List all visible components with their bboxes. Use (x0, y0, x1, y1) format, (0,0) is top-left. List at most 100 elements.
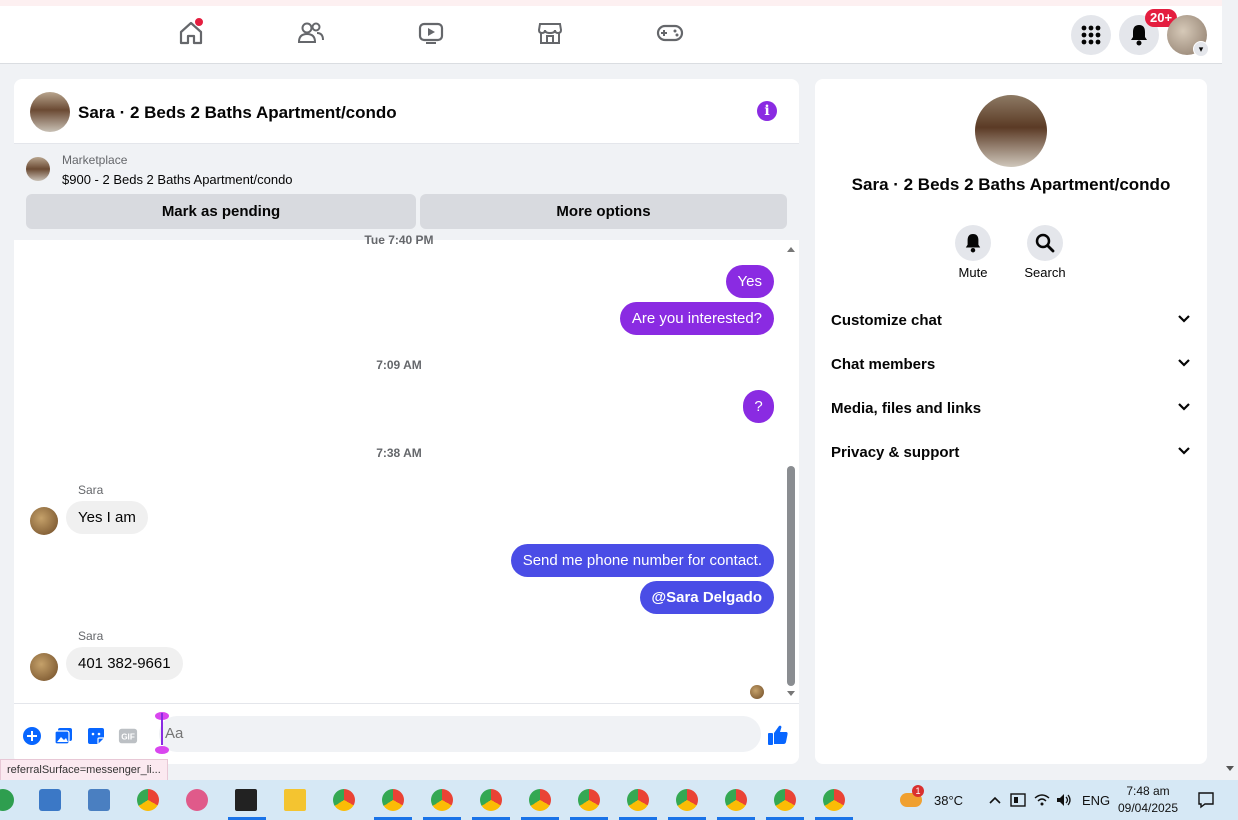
weather-widget[interactable]: 1 38°C (900, 780, 963, 820)
chrome-profile-icon[interactable] (823, 789, 845, 811)
message-list: Tue 7:40 PM Yes Are you interested? 7:09… (14, 233, 799, 702)
temperature: 38°C (934, 792, 964, 808)
marketplace-icon[interactable] (535, 18, 565, 48)
text-cursor (161, 713, 163, 745)
home-notification-dot (194, 17, 204, 27)
wifi-icon[interactable] (1034, 793, 1050, 807)
system-tray: ENG (988, 780, 1110, 820)
thumbs-up-icon[interactable] (766, 723, 790, 747)
outgoing-message[interactable]: Are you interested? (619, 302, 774, 335)
mention-message[interactable]: @Sara Delgado (639, 581, 774, 614)
message-scrollbar[interactable] (785, 240, 799, 702)
photo-icon[interactable] (54, 726, 74, 746)
chevron-down-icon (1178, 403, 1190, 411)
outgoing-message[interactable]: ? (743, 390, 774, 423)
chrome-profile-icon[interactable] (382, 789, 404, 811)
sender-avatar[interactable] (30, 507, 58, 535)
sender-name: Sara (78, 483, 104, 497)
bell-icon (965, 234, 981, 253)
device-icon[interactable] (1010, 793, 1026, 807)
scrollbar-thumb[interactable] (787, 466, 795, 686)
timestamp: Tue 7:40 PM (364, 233, 434, 247)
chat-avatar[interactable] (30, 92, 70, 132)
search-label: Search (1024, 265, 1066, 280)
chrome-profile-icon[interactable] (676, 789, 698, 811)
section-media-files-links[interactable]: Media, files and links (831, 400, 1191, 424)
info-panel-avatar[interactable] (975, 95, 1047, 167)
chrome-profile-icon[interactable] (578, 789, 600, 811)
account-chevron-icon[interactable]: ▾ (1193, 41, 1209, 57)
sender-name: Sara (78, 629, 104, 643)
weather-badge: 1 (912, 785, 924, 797)
incoming-message[interactable]: Yes I am (66, 501, 148, 534)
outgoing-message[interactable]: Send me phone number for contact. (510, 544, 774, 577)
gif-icon[interactable]: GIF (118, 726, 138, 746)
scroll-down-arrow-icon (1226, 766, 1234, 771)
chat-info-panel: Sara · 2 Beds 2 Baths Apartment/condo Mu… (815, 79, 1207, 764)
search-button[interactable] (1027, 225, 1063, 261)
listing-thumbnail[interactable] (26, 157, 50, 181)
timestamp: 7:38 AM (376, 446, 422, 460)
sender-avatar[interactable] (30, 653, 58, 681)
chrome-profile-icon[interactable] (529, 789, 551, 811)
chat-header: Sara · 2 Beds 2 Baths Apartment/condo i (14, 79, 799, 144)
watch-video-icon[interactable] (416, 18, 446, 48)
chrome-profile-icon[interactable] (480, 789, 502, 811)
chevron-down-icon (1178, 359, 1190, 367)
gaming-icon[interactable] (655, 18, 685, 48)
mark-as-pending-button[interactable]: Mark as pending (26, 194, 416, 229)
text-cursor-handle-bottom (155, 746, 169, 754)
menu-grid-button[interactable] (1071, 15, 1111, 55)
home-icon[interactable] (176, 17, 206, 48)
snipping-tool-icon[interactable] (186, 789, 208, 811)
message-input-wrapper: ☺ (159, 716, 761, 752)
friends-icon[interactable] (296, 18, 326, 48)
clock-date: 09/04/2025 (1117, 801, 1179, 815)
clock[interactable]: 7:48 am 09/04/2025 (1115, 783, 1181, 817)
weather-icon: 1 (900, 785, 924, 807)
whatsapp-icon[interactable] (0, 789, 14, 811)
section-label: Customize chat (831, 312, 942, 329)
chrome-icon[interactable] (137, 789, 159, 811)
marketplace-label: Marketplace (62, 153, 128, 167)
sticker-icon[interactable] (86, 726, 106, 746)
chat-title[interactable]: Sara · 2 Beds 2 Baths Apartment/condo (78, 103, 397, 123)
section-label: Media, files and links (831, 400, 982, 417)
chrome-profile-icon[interactable] (431, 789, 453, 811)
plus-icon[interactable] (22, 726, 42, 746)
file-explorer-icon[interactable] (284, 789, 306, 811)
chrome-profile-icon[interactable] (725, 789, 747, 811)
message-input[interactable] (163, 724, 707, 743)
info-panel-title: Sara · 2 Beds 2 Baths Apartment/condo (851, 175, 1171, 194)
section-label: Chat members (831, 356, 936, 373)
scroll-up-arrow-icon (787, 247, 795, 252)
app-icon[interactable] (39, 789, 61, 811)
page-scrollbar[interactable] (1222, 0, 1238, 780)
more-options-button[interactable]: More options (420, 194, 787, 229)
chrome-profile-icon[interactable] (774, 789, 796, 811)
info-icon[interactable]: i (757, 101, 777, 121)
incoming-message[interactable]: 401 382-9661 (66, 647, 183, 680)
marketplace-listing-banner: Marketplace $900 - 2 Beds 2 Baths Apartm… (14, 144, 799, 240)
calculator-icon[interactable] (88, 789, 110, 811)
listing-title[interactable]: $900 - 2 Beds 2 Baths Apartment/condo (62, 172, 293, 187)
sticky-notes-icon[interactable] (235, 789, 257, 811)
volume-icon[interactable] (1056, 793, 1072, 807)
chevron-down-icon (1178, 447, 1190, 455)
section-privacy-support[interactable]: Privacy & support (831, 444, 1191, 468)
link-status-tooltip: referralSurface=messenger_li... (0, 759, 168, 781)
chevron-up-icon[interactable] (988, 795, 1002, 805)
clock-time: 7:48 am (1126, 784, 1170, 798)
section-customize-chat[interactable]: Customize chat (831, 312, 1191, 336)
outgoing-message[interactable]: Yes (725, 265, 774, 298)
notification-center-icon[interactable] (1197, 791, 1215, 809)
language-indicator[interactable]: ENG (1082, 793, 1110, 808)
svg-text:GIF: GIF (121, 733, 135, 742)
chrome-profile-icon[interactable] (627, 789, 649, 811)
section-chat-members[interactable]: Chat members (831, 356, 1191, 380)
grid-icon (1081, 25, 1101, 45)
chrome-profile-icon[interactable] (333, 789, 355, 811)
mute-button[interactable] (955, 225, 991, 261)
top-navigation: 20+ ▾ (0, 6, 1222, 64)
message-composer: GIF ☺ (14, 703, 799, 764)
